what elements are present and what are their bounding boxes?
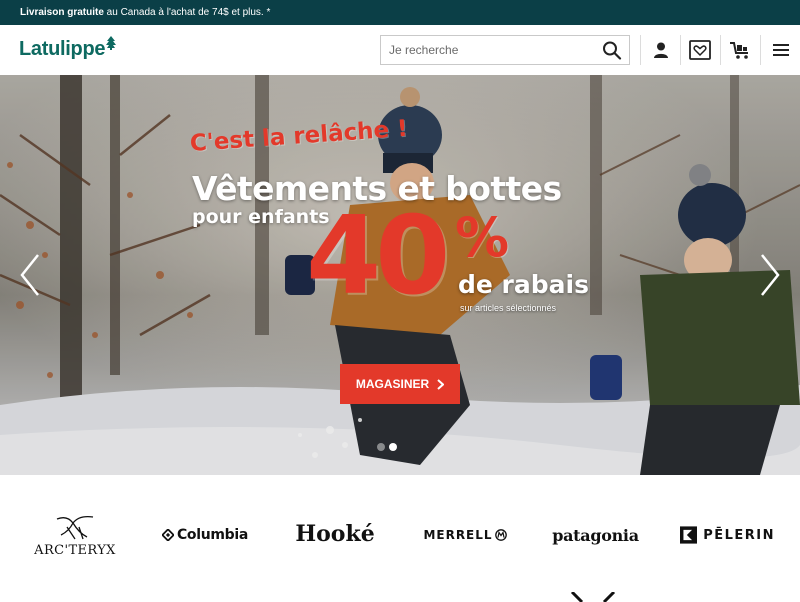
account-button[interactable]: [649, 38, 673, 62]
brand-pelerin-name: PĒLERIN: [703, 527, 775, 543]
pelerin-logo-icon: [680, 526, 698, 544]
hero-discount-text: de rabais: [458, 270, 589, 299]
brand-logos: ARC'TERYX Columbia Hooké MERRELL patagon…: [0, 475, 800, 602]
chevron-left-icon: [20, 254, 39, 296]
columbia-diamond-icon: [161, 529, 174, 541]
brand-arcteryx[interactable]: ARC'TERYX: [30, 510, 120, 560]
free-shipping-text: au Canada à l'achat de 74$ et plus. *: [103, 7, 271, 18]
chevron-right-icon: [761, 254, 780, 296]
menu-icon: [773, 44, 789, 56]
site-logo[interactable]: Latulippe: [19, 38, 105, 61]
hero-discount-number: 40: [306, 194, 450, 319]
wishlist-icon: [689, 40, 711, 60]
tree-logo-icon: [106, 36, 116, 50]
header-divider: [760, 35, 761, 65]
header-divider: [720, 35, 721, 65]
search-button[interactable]: [601, 40, 623, 60]
brand-patagonia-name: patagonia: [552, 525, 639, 545]
carousel-dot-1[interactable]: [377, 443, 385, 451]
free-shipping-bold: Livraison gratuite: [20, 7, 104, 18]
cart-icon: [730, 42, 748, 59]
header-divider: [640, 35, 641, 65]
arcteryx-bird-icon: [56, 515, 94, 539]
carousel-dot-2[interactable]: [389, 443, 397, 451]
merrell-m-icon: [494, 529, 507, 541]
hero-discount-symbol: %: [455, 206, 510, 269]
account-icon: [654, 42, 668, 58]
shop-now-label: MAGASINER: [355, 377, 430, 391]
brand-merrell-name: MERRELL: [423, 528, 493, 542]
free-shipping-banner: Livraison gratuite au Canada à l'achat d…: [0, 0, 800, 25]
search-icon: [603, 41, 622, 60]
brand-merrell[interactable]: MERRELL: [420, 523, 510, 547]
shop-now-button[interactable]: MAGASINER: [340, 364, 460, 404]
carousel-next-button[interactable]: [759, 253, 781, 297]
brand-hooke[interactable]: Hooké: [285, 519, 385, 549]
search-box: [380, 35, 630, 65]
site-header: Latulippe: [0, 25, 800, 75]
chevron-right-icon: [437, 378, 445, 390]
carousel-prev-button[interactable]: [19, 253, 41, 297]
brand-arcteryx-name: ARC'TERYX: [34, 542, 116, 558]
hero-carousel: C'est la relâche ! Vêtements et bottes p…: [0, 75, 800, 475]
hero-fine-print: sur articles sélectionnés: [460, 303, 557, 313]
brand-pelerin[interactable]: PĒLERIN: [680, 523, 775, 547]
search-input[interactable]: [381, 36, 591, 64]
cart-button[interactable]: [728, 38, 752, 62]
header-divider: [680, 35, 681, 65]
brand-patagonia[interactable]: patagonia: [548, 522, 643, 548]
brand-hooke-name: Hooké: [295, 521, 375, 547]
brand-logo-partial: [570, 592, 616, 602]
brand-columbia-name: Columbia: [176, 527, 249, 543]
menu-button[interactable]: [769, 38, 793, 62]
brand-columbia[interactable]: Columbia: [160, 523, 250, 547]
wishlist-button[interactable]: [688, 38, 712, 62]
